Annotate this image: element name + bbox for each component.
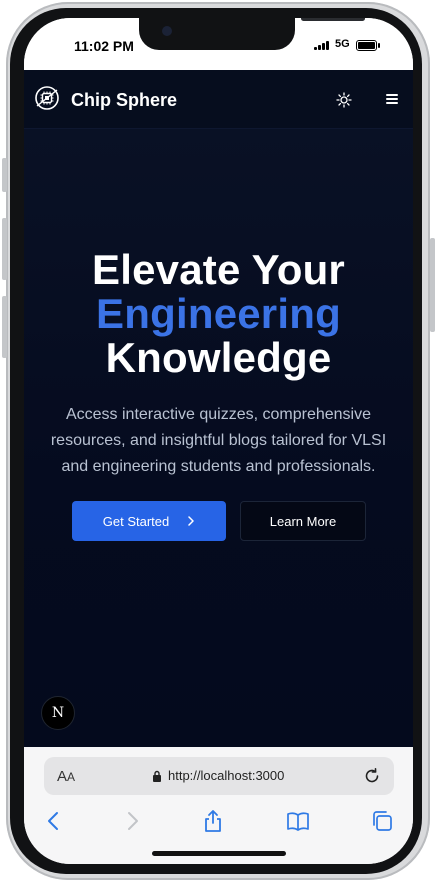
hamburger-menu-icon[interactable] [386,94,398,104]
get-started-button[interactable]: Get Started [72,501,226,541]
nextjs-letter: N [51,705,65,721]
navbar: Chip Sphere [24,70,413,129]
get-started-label: Get Started [102,513,170,529]
hero-title: Elevate Your Engineering Knowledge [24,248,413,380]
hero-title-highlight: Engineering [96,290,341,337]
sun-icon[interactable] [336,92,352,108]
hero-title-line1: Elevate Your [92,246,345,293]
text-size-button[interactable]: AA [57,768,75,785]
forward-icon[interactable] [120,809,144,833]
status-bar: 11:02 PM 5G [24,18,413,70]
chip-logo-icon[interactable] [34,85,60,111]
battery-cap [378,43,380,48]
home-indicator[interactable] [152,851,286,856]
reload-icon[interactable] [363,767,381,785]
speaker [301,18,365,21]
chevron-right-icon [188,516,194,526]
camera-icon [162,26,172,36]
text-size-label-small: A [67,770,76,784]
hero-title-line3: Knowledge [105,334,332,381]
tabs-icon[interactable] [370,809,394,833]
hero-description: Access interactive quizzes, comprehensiv… [50,406,387,475]
back-icon[interactable] [42,809,66,833]
status-time: 11:02 PM [74,38,134,54]
text-size-label: A [57,768,68,785]
address-bar[interactable]: AA http://localhost:3000 [44,757,394,795]
browser-toolbar [24,807,413,837]
app-viewport: Chip Sphere Elevate Your Engineering Kno… [24,70,413,747]
silent-switch [2,158,7,192]
nextjs-dev-indicator[interactable]: N [41,696,75,730]
share-icon[interactable] [201,809,225,833]
signal-icon [314,41,332,50]
learn-more-button[interactable]: Learn More [240,501,366,541]
volume-down-button [2,296,7,358]
screen: 11:02 PM 5G Chip Sphere Elevate Your Eng… [24,18,413,864]
bookmarks-icon[interactable] [286,809,310,833]
learn-more-label: Learn More [269,513,337,529]
power-button [430,238,435,332]
brand-name[interactable]: Chip Sphere [71,90,177,111]
volume-up-button [2,218,7,280]
url-text[interactable]: http://localhost:3000 [168,768,284,783]
network-label: 5G [335,38,350,50]
battery-icon [356,40,377,51]
safari-bottom-bar: AA http://localhost:3000 [24,747,413,864]
lock-icon [153,770,161,782]
